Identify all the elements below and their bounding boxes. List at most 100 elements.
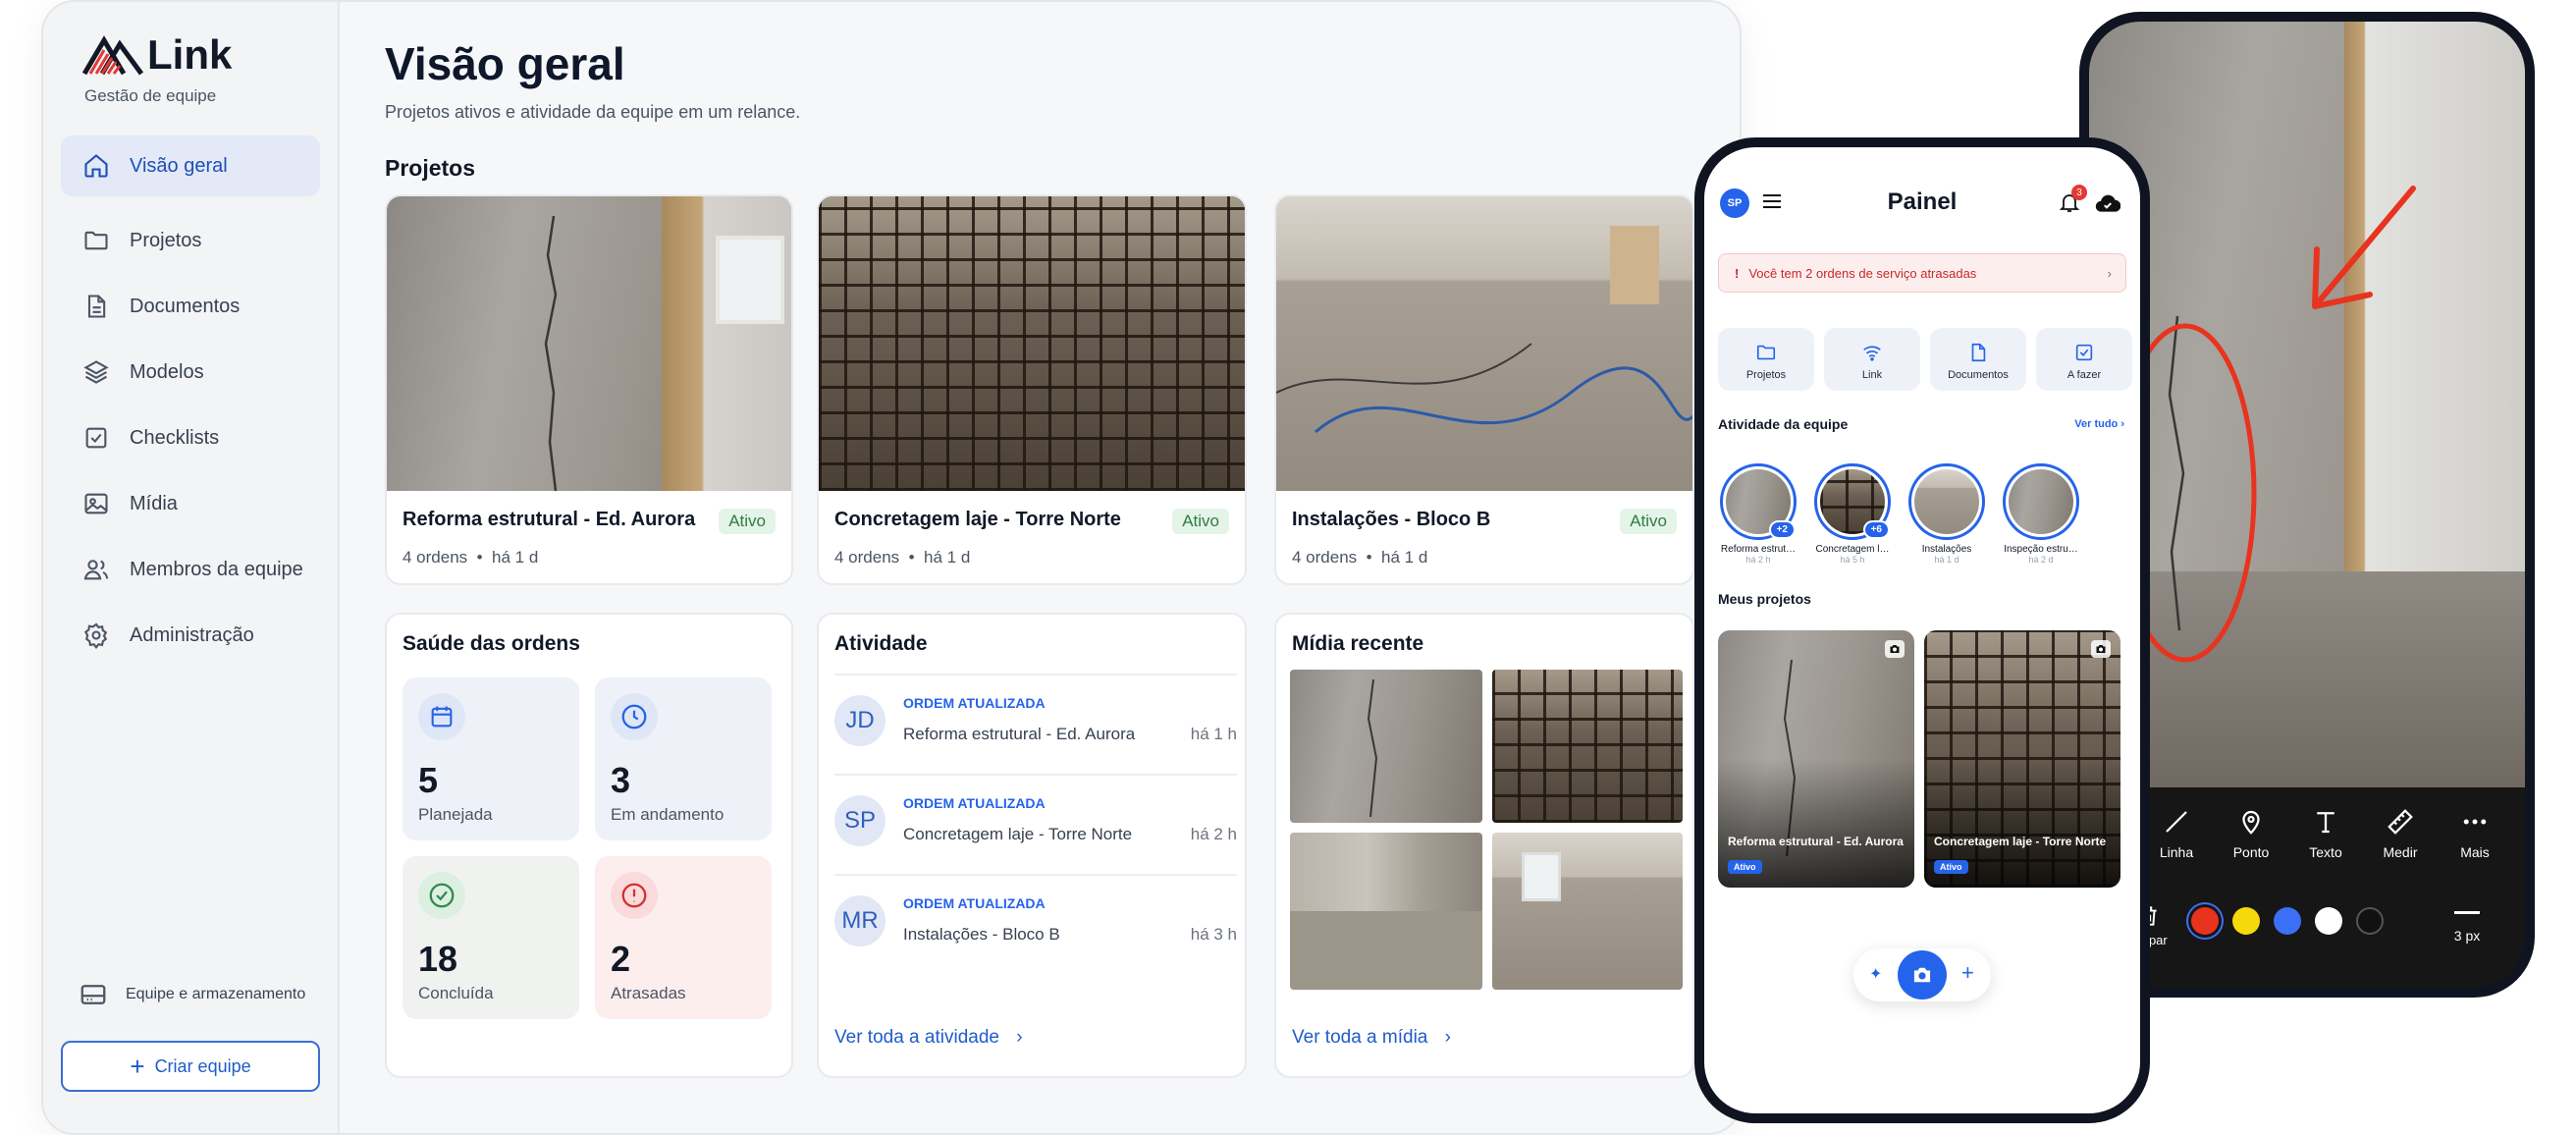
- camera-button[interactable]: [1898, 950, 1947, 1000]
- link-logo-icon: [82, 35, 144, 76]
- create-team-label: Criar equipe: [154, 1055, 251, 1076]
- storage-label: Equipe e armazenamento: [126, 986, 306, 1002]
- capture-bar: ✦ +: [1853, 948, 1991, 1001]
- sidebar-item-midia[interactable]: Mídia: [61, 473, 320, 534]
- stat-overdue[interactable]: 2 Atrasadas: [595, 856, 772, 1019]
- plus-icon: +: [130, 1052, 145, 1081]
- tool-line[interactable]: Linha: [2142, 807, 2211, 860]
- folder-icon: [84, 231, 108, 250]
- project-card[interactable]: Instalações - Bloco B Ativo 4 ordens • h…: [1274, 194, 1694, 585]
- clock-icon: [621, 704, 647, 730]
- tool-more[interactable]: Mais: [2441, 807, 2509, 860]
- status-badge: Ativo: [719, 509, 776, 534]
- tool-point[interactable]: Ponto: [2217, 807, 2285, 860]
- color-red[interactable]: [2191, 907, 2219, 935]
- sidebar-item-label: Membros da equipe: [130, 558, 303, 580]
- camera-icon: [2091, 640, 2111, 658]
- activity-title: Atividade: [834, 632, 928, 655]
- sidebar-item-checklists[interactable]: Checklists: [61, 407, 320, 468]
- mobile-screen: SP Painel 3 ! Você tem 2 ordens de servi…: [1704, 147, 2140, 1113]
- media-thumbnail[interactable]: [1290, 670, 1482, 823]
- story-item[interactable]: Instalações há 1 d: [1908, 463, 1985, 565]
- orders-health-card: Saúde das ordens 5 Planejada 3 Em andame…: [385, 613, 793, 1078]
- overdue-alert[interactable]: ! Você tem 2 ordens de serviço atrasadas…: [1718, 253, 2126, 293]
- stat-planned[interactable]: 5 Planejada: [402, 677, 579, 840]
- color-white[interactable]: [2315, 907, 2342, 935]
- projects-heading: Projetos: [385, 155, 476, 181]
- color-black[interactable]: [2356, 907, 2384, 935]
- activity-item[interactable]: MR ORDEM ATUALIZADA Instalações - Bloco …: [834, 874, 1237, 972]
- sidebar-item-visao-geral[interactable]: Visão geral: [61, 135, 320, 196]
- team-activity-heading: Atividade da equipe: [1718, 416, 1849, 432]
- media-thumbnail[interactable]: [1492, 833, 1683, 990]
- alert-icon: !: [1735, 265, 1740, 281]
- editor-photo[interactable]: [2089, 22, 2525, 787]
- color-blue[interactable]: [2274, 907, 2301, 935]
- quick-action-link[interactable]: Link: [1824, 328, 1920, 391]
- quick-action-documentos[interactable]: Documentos: [1930, 328, 2026, 391]
- project-meta: 4 ordens • há 1 d: [402, 548, 539, 567]
- checkbox-icon: [2075, 344, 2093, 361]
- story-item[interactable]: Inspeção estru… há 2 d: [2003, 463, 2079, 565]
- activity-time: há 3 h: [1190, 925, 1237, 944]
- cloud-icon[interactable]: [2095, 192, 2120, 214]
- story-item[interactable]: +6 Concretagem l… há 5 h: [1814, 463, 1891, 565]
- color-yellow[interactable]: [2232, 907, 2260, 935]
- activity-item[interactable]: SP ORDEM ATUALIZADA Concretagem laje - T…: [834, 774, 1237, 872]
- quick-action-a-fazer[interactable]: A fazer: [2036, 328, 2132, 391]
- sidebar-item-label: Administração: [130, 623, 254, 646]
- sidebar-item-membros[interactable]: Membros da equipe: [61, 539, 320, 600]
- stat-completed[interactable]: 18 Concluída: [402, 856, 579, 1019]
- media-thumbnail[interactable]: [1492, 670, 1683, 823]
- sparkle-icon[interactable]: ✦: [1869, 964, 1882, 984]
- stat-value: 18: [418, 939, 458, 979]
- create-team-button[interactable]: + Criar equipe: [61, 1041, 320, 1092]
- project-name: Concretagem laje - Torre Norte: [834, 509, 1121, 530]
- story-item[interactable]: +2 Reforma estrut… há 2 h: [1720, 463, 1797, 565]
- stat-label: Atrasadas: [611, 984, 686, 1002]
- story-title: Concretagem l…: [1815, 544, 1890, 555]
- project-card[interactable]: Concretagem laje - Torre Norte Ativo 4 o…: [817, 194, 1247, 585]
- notification-button[interactable]: 3: [2058, 185, 2087, 219]
- project-card[interactable]: Reforma estrutural - Ed. Aurora Ativo 4 …: [385, 194, 793, 585]
- see-all-link[interactable]: Ver tudo ›: [2074, 418, 2124, 430]
- sidebar-item-label: Mídia: [130, 492, 178, 514]
- story-time: há 5 h: [1840, 555, 1865, 565]
- activity-item[interactable]: JD ORDEM ATUALIZADA Reforma estrutural -…: [834, 674, 1237, 772]
- tool-text[interactable]: Texto: [2291, 807, 2360, 860]
- brand: Link: [82, 31, 232, 79]
- storage-link[interactable]: Equipe e armazenamento: [79, 980, 305, 1009]
- my-projects-heading: Meus projetos: [1718, 591, 1811, 607]
- calendar-icon: [431, 706, 453, 728]
- mobile-project-card[interactable]: Reforma estrutural - Ed. Aurora Ativo: [1718, 630, 1914, 888]
- view-all-media-link[interactable]: Ver toda a mídia ›: [1292, 1027, 1451, 1049]
- gear-icon: [83, 622, 108, 649]
- document-icon: [87, 295, 106, 318]
- status-badge: Ativo: [1620, 509, 1677, 534]
- view-all-activity-link[interactable]: Ver toda a atividade ›: [834, 1027, 1023, 1049]
- mobile-project-title: Concretagem laje - Torre Norte: [1934, 835, 2107, 848]
- pin-icon: [2242, 810, 2260, 835]
- sidebar-item-projetos[interactable]: Projetos: [61, 210, 320, 271]
- quick-action-projetos[interactable]: Projetos: [1718, 328, 1814, 391]
- line-icon: [2166, 811, 2187, 833]
- phone-dashboard: SP Painel 3 ! Você tem 2 ordens de servi…: [1694, 137, 2150, 1123]
- stat-in-progress[interactable]: 3 Em andamento: [595, 677, 772, 840]
- sidebar-item-label: Checklists: [130, 426, 220, 449]
- notification-badge: 3: [2071, 185, 2087, 200]
- plus-icon[interactable]: +: [1961, 960, 1974, 986]
- activity-card: Atividade JD ORDEM ATUALIZADA Reforma es…: [817, 613, 1247, 1078]
- tool-measure[interactable]: Medir: [2366, 807, 2435, 860]
- stroke-width-control[interactable]: 3 px: [2433, 903, 2501, 944]
- storage-icon: [80, 985, 106, 1004]
- media-thumbnail[interactable]: [1290, 833, 1482, 990]
- story-time: há 2 h: [1745, 555, 1771, 565]
- sidebar-item-administracao[interactable]: Administração: [61, 605, 320, 666]
- folder-icon: [1756, 345, 1776, 360]
- mobile-project-card[interactable]: Concretagem laje - Torre Norte Ativo: [1924, 630, 2120, 888]
- sidebar-item-label: Documentos: [130, 295, 241, 317]
- sidebar-item-documentos[interactable]: Documentos: [61, 276, 320, 337]
- editor-screen: Linha Ponto Texto Medir Mais Limpar 3 px: [2089, 22, 2525, 988]
- project-name: Instalações - Bloco B: [1292, 509, 1491, 530]
- sidebar-item-modelos[interactable]: Modelos: [61, 342, 320, 403]
